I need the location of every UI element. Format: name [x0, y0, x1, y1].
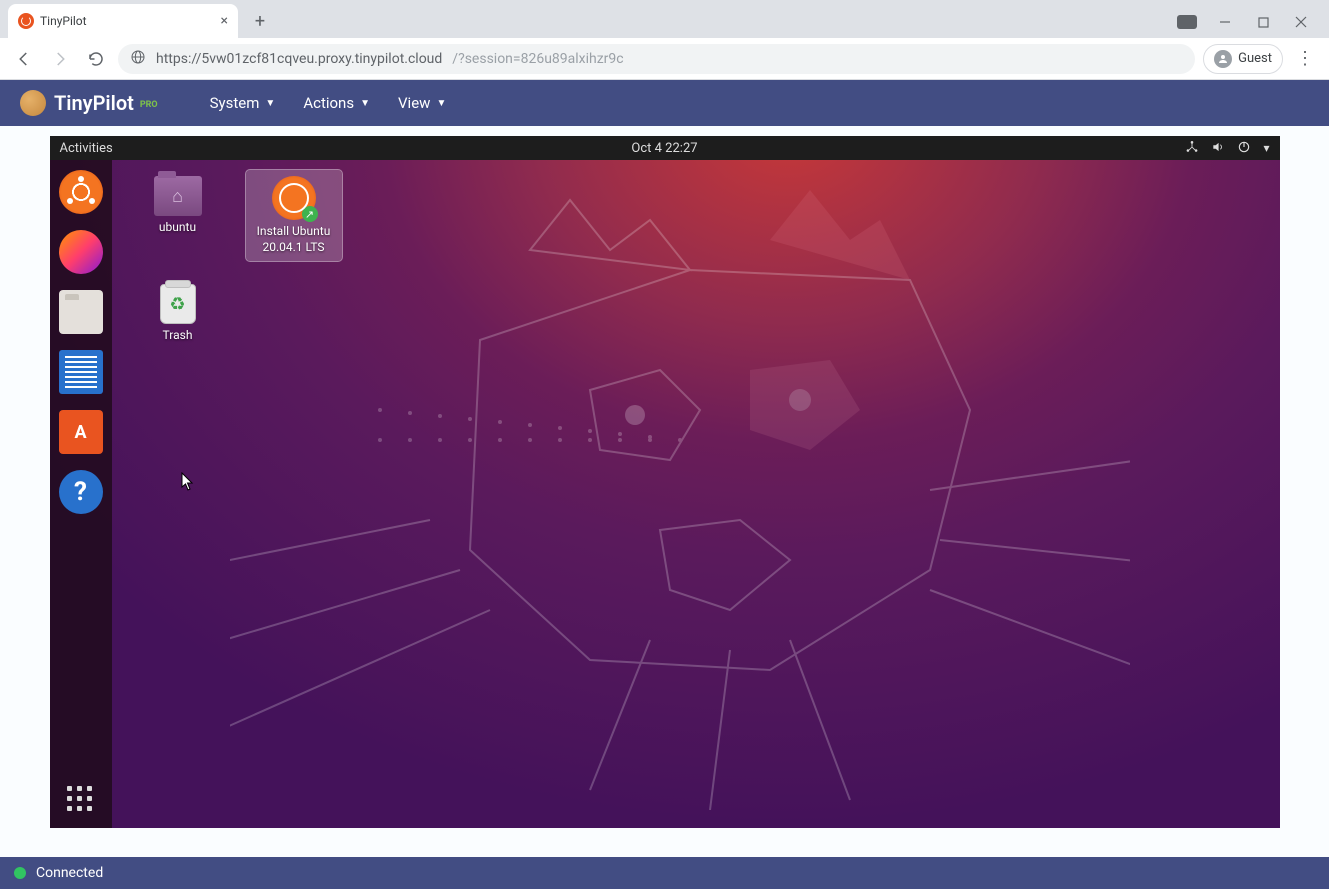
desktop-icon-trash-label: Trash: [163, 328, 193, 344]
volume-icon[interactable]: [1211, 140, 1225, 157]
dock-libreoffice-writer[interactable]: [59, 350, 103, 394]
minimize-button[interactable]: [1215, 12, 1235, 32]
brand-suffix: PRO: [140, 100, 158, 110]
browser-window: TinyPilot × +: [0, 0, 1329, 889]
profile-button[interactable]: Guest: [1203, 44, 1283, 74]
tinypilot-header: TinyPilot PRO System ▼ Actions ▼ View ▼: [0, 80, 1329, 126]
browser-tabstrip: TinyPilot × +: [0, 0, 1329, 38]
caret-down-icon: ▼: [436, 98, 446, 109]
desktop-icons: ubuntu ↗ Install Ubuntu 20.04.1 LTS Tras…: [130, 170, 342, 261]
trash-icon: [160, 284, 196, 324]
dock-ubuntu-software[interactable]: [59, 410, 103, 454]
mouse-cursor-icon: [181, 472, 195, 492]
ubuntu-desktop[interactable]: ? ubuntu ↗: [50, 160, 1280, 828]
browser-menu-button[interactable]: ⋮: [1291, 48, 1319, 69]
folder-icon: [154, 176, 202, 216]
desktop-icon-home[interactable]: ubuntu: [130, 170, 226, 261]
clock[interactable]: Oct 4 22:27: [631, 141, 697, 156]
desktop-icon-install-ubuntu[interactable]: ↗ Install Ubuntu 20.04.1 LTS: [246, 170, 342, 261]
page-content: TinyPilot PRO System ▼ Actions ▼ View ▼: [0, 80, 1329, 889]
tab-title: TinyPilot: [40, 14, 87, 28]
remote-screen-container: Activities Oct 4 22:27 ▾: [0, 126, 1329, 857]
brand-name: TinyPilot: [54, 91, 134, 115]
ubuntu-topbar: Activities Oct 4 22:27 ▾: [50, 136, 1280, 160]
dock-app-grid[interactable]: [67, 786, 95, 814]
chevron-down-icon[interactable]: ▾: [1263, 141, 1269, 155]
url-host: https://5vw01zcf81cqveu.proxy.tinypilot.…: [156, 51, 442, 67]
back-button[interactable]: [10, 45, 38, 73]
power-icon[interactable]: [1237, 140, 1251, 157]
tinypilot-logo[interactable]: TinyPilot PRO: [20, 90, 158, 116]
menu-actions[interactable]: Actions ▼: [303, 94, 370, 112]
browser-toolbar: https://5vw01zcf81cqveu.proxy.tinypilot.…: [0, 38, 1329, 80]
network-icon[interactable]: [1185, 140, 1199, 157]
caret-down-icon: ▼: [360, 98, 370, 109]
caret-down-icon: ▼: [265, 98, 275, 109]
browser-tab[interactable]: TinyPilot ×: [8, 4, 238, 38]
dock-files[interactable]: [59, 290, 103, 334]
favicon-icon: [18, 13, 34, 29]
menu-view-label: View: [398, 94, 430, 112]
remote-screen[interactable]: Activities Oct 4 22:27 ▾: [50, 136, 1280, 828]
maximize-button[interactable]: [1253, 12, 1273, 32]
shortcut-badge-icon: ↗: [302, 206, 318, 222]
menu-system-label: System: [210, 94, 260, 112]
url-path: /?session=826u89alxihzr9c: [452, 51, 623, 67]
activities-button[interactable]: Activities: [60, 141, 113, 156]
logo-mark-icon: [20, 90, 46, 116]
dock-firefox[interactable]: [59, 230, 103, 274]
tinypilot-statusbar: Connected: [0, 857, 1329, 889]
tinypilot-menu: System ▼ Actions ▼ View ▼: [210, 94, 447, 112]
site-info-icon[interactable]: [130, 49, 146, 69]
ubuntu-installer-icon: ↗: [272, 176, 316, 220]
window-controls: [1177, 12, 1321, 32]
status-indicator-icon: [14, 867, 26, 879]
menu-actions-label: Actions: [303, 94, 354, 112]
menu-view[interactable]: View ▼: [398, 94, 446, 112]
reload-button[interactable]: [82, 45, 110, 73]
desktop-icon-install-label: Install Ubuntu 20.04.1 LTS: [248, 224, 340, 255]
status-text: Connected: [36, 865, 103, 881]
address-bar[interactable]: https://5vw01zcf81cqveu.proxy.tinypilot.…: [118, 44, 1195, 74]
wallpaper-fossa: [230, 190, 1130, 810]
avatar-icon: [1214, 50, 1232, 68]
profile-label: Guest: [1238, 51, 1272, 66]
incognito-icon: [1177, 15, 1197, 29]
forward-button[interactable]: [46, 45, 74, 73]
desktop-icon-trash[interactable]: Trash: [130, 278, 226, 350]
tab-close-icon[interactable]: ×: [221, 13, 228, 29]
menu-system[interactable]: System ▼: [210, 94, 276, 112]
desktop-icon-home-label: ubuntu: [159, 220, 196, 236]
dock-help[interactable]: ?: [59, 470, 103, 514]
new-tab-button[interactable]: +: [246, 7, 274, 35]
ubuntu-dock: ?: [50, 160, 112, 828]
system-tray: ▾: [1185, 140, 1269, 157]
close-window-button[interactable]: [1291, 12, 1311, 32]
dock-show-applications[interactable]: [59, 170, 103, 214]
